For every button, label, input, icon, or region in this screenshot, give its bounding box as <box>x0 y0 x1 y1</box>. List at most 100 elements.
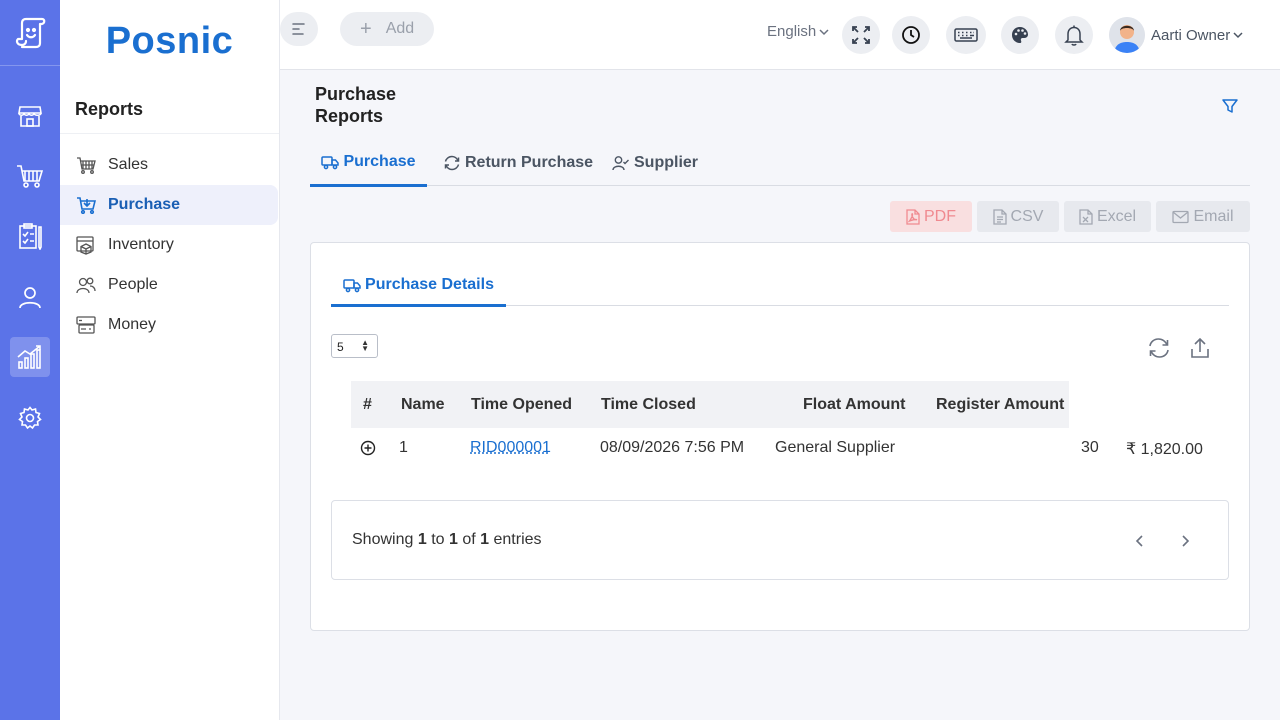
rail-cart[interactable] <box>10 156 50 196</box>
brand-logo[interactable]: Posnic <box>60 0 279 82</box>
avatar <box>1109 17 1145 53</box>
pagination-to: 1 <box>448 531 458 548</box>
column-header[interactable]: Time Opened <box>471 381 572 428</box>
pagination-total: 1 <box>480 531 490 548</box>
fullscreen-button[interactable] <box>842 16 880 54</box>
page-title: Purchase Reports <box>315 84 397 126</box>
gear-icon <box>18 406 42 430</box>
sidebar-item-purchase[interactable]: Purchase <box>60 185 278 225</box>
row-name-link[interactable]: RID000001 <box>470 439 551 457</box>
user-icon <box>19 287 41 309</box>
sidebar-title: Reports <box>60 86 279 134</box>
next-page-button[interactable] <box>1175 531 1195 551</box>
csv-file-icon <box>992 208 1007 225</box>
keyboard-icon <box>954 28 978 42</box>
menu-toggle-button[interactable] <box>280 12 318 46</box>
sidebar-item-sales[interactable]: Sales <box>60 145 278 185</box>
tab-label: Supplier <box>634 154 699 171</box>
column-header[interactable]: Register Amount <box>936 381 1064 428</box>
rail-clipboard[interactable] <box>10 216 50 256</box>
export-label: PDF <box>924 207 956 225</box>
rail-store[interactable] <box>10 96 50 136</box>
top-bar: + Add English Aarti Owner <box>280 0 1280 70</box>
filter-button[interactable] <box>1221 97 1239 120</box>
tab-supplier[interactable]: Supplier <box>612 140 698 186</box>
report-tabs: Purchase Return Purchase Supplier <box>310 140 1250 187</box>
expand-row-button[interactable] <box>360 440 376 461</box>
inventory-icon <box>76 235 96 255</box>
rail-user[interactable] <box>10 277 50 317</box>
sort-arrows-icon: ▲ ▼ <box>361 338 369 353</box>
tab-label: Purchase Details <box>365 275 494 293</box>
row-time-opened: 08/09/2026 7:56 PM <box>600 439 745 456</box>
tab-purchase-details[interactable]: Purchase Details <box>331 265 506 307</box>
sidebar-item-label: Money <box>108 316 157 333</box>
excel-file-icon <box>1079 208 1093 225</box>
column-header[interactable]: Name <box>401 381 445 428</box>
page-size-select[interactable]: 5 ▲ ▼ <box>331 334 378 358</box>
add-button-label: Add <box>385 20 415 37</box>
store-icon <box>18 106 42 127</box>
pagination-info: Showing 1 to 1 of 1 entries <box>352 531 542 549</box>
rail-reports[interactable] <box>10 337 50 377</box>
chevron-down-icon <box>1233 32 1243 39</box>
pagination-of-word: of <box>462 531 476 548</box>
sidebar-item-label: People <box>108 276 158 293</box>
menu-icon <box>292 23 305 35</box>
export-excel-button[interactable]: Excel <box>1064 201 1151 232</box>
refresh-button[interactable] <box>1147 337 1171 364</box>
export-label: CSV <box>1010 207 1044 225</box>
notifications-button[interactable] <box>1055 16 1093 54</box>
pdf-file-icon <box>906 208 920 225</box>
pagination-bar: Showing 1 to 1 of 1 entries <box>331 500 1229 580</box>
truck-icon <box>321 154 340 170</box>
pagination-suffix: entries <box>493 531 542 548</box>
app-logo[interactable] <box>0 0 60 66</box>
basket-icon <box>76 155 96 175</box>
row-float-amount: 30 <box>1081 439 1099 456</box>
export-pdf-button[interactable]: PDF <box>890 201 972 232</box>
refresh-icon <box>443 155 461 171</box>
icon-rail <box>0 0 60 720</box>
column-header[interactable]: # <box>363 381 372 428</box>
page-size-value: 5 <box>337 340 344 354</box>
add-button[interactable]: + Add <box>340 12 434 46</box>
user-menu[interactable]: Aarti Owner <box>1109 17 1244 53</box>
purchase-details-card: Purchase Details 5 ▲ ▼ # Name Time Opened… <box>310 242 1250 631</box>
plus-circle-icon <box>360 440 376 456</box>
rail-settings[interactable] <box>10 398 50 438</box>
tab-purchase[interactable]: Purchase <box>310 140 427 187</box>
column-header[interactable]: Time Closed <box>601 381 696 428</box>
chevron-down-icon <box>819 28 829 35</box>
clock-button[interactable] <box>892 16 930 54</box>
fullscreen-icon <box>852 26 870 44</box>
row-index: 1 <box>399 439 408 456</box>
money-icon <box>76 315 96 335</box>
sidebar-item-money[interactable]: Money <box>60 305 278 345</box>
sidebar-item-label: Purchase <box>108 196 181 213</box>
sidebar-item-people[interactable]: People <box>60 265 278 305</box>
keyboard-button[interactable] <box>946 16 986 54</box>
sidebar-item-inventory[interactable]: Inventory <box>60 225 278 265</box>
card-tabs: Purchase Details <box>331 265 1229 307</box>
tab-return-purchase[interactable]: Return Purchase <box>443 140 593 186</box>
previous-page-button[interactable] <box>1130 531 1150 551</box>
truck-icon <box>343 277 361 293</box>
row-name[interactable]: RID000001 <box>470 439 551 456</box>
row-time-closed: General Supplier <box>775 439 896 456</box>
cart-icon <box>76 195 96 215</box>
brand-name: Posnic <box>105 19 234 62</box>
plus-icon: + <box>360 17 372 40</box>
cart-icon <box>17 165 44 188</box>
refresh-icon <box>1149 338 1169 358</box>
pagination-from: 1 <box>417 531 427 548</box>
export-csv-button[interactable]: CSV <box>977 201 1059 232</box>
theme-button[interactable] <box>1001 16 1039 54</box>
pagination-prefix: Showing <box>352 531 414 548</box>
language-selector[interactable]: English <box>767 23 830 40</box>
export-label: Excel <box>1096 207 1137 225</box>
column-header[interactable]: Float Amount <box>803 381 906 428</box>
share-button[interactable] <box>1190 337 1210 364</box>
sidebar-item-label: Inventory <box>108 236 174 253</box>
export-email-button[interactable]: Email <box>1156 201 1250 232</box>
